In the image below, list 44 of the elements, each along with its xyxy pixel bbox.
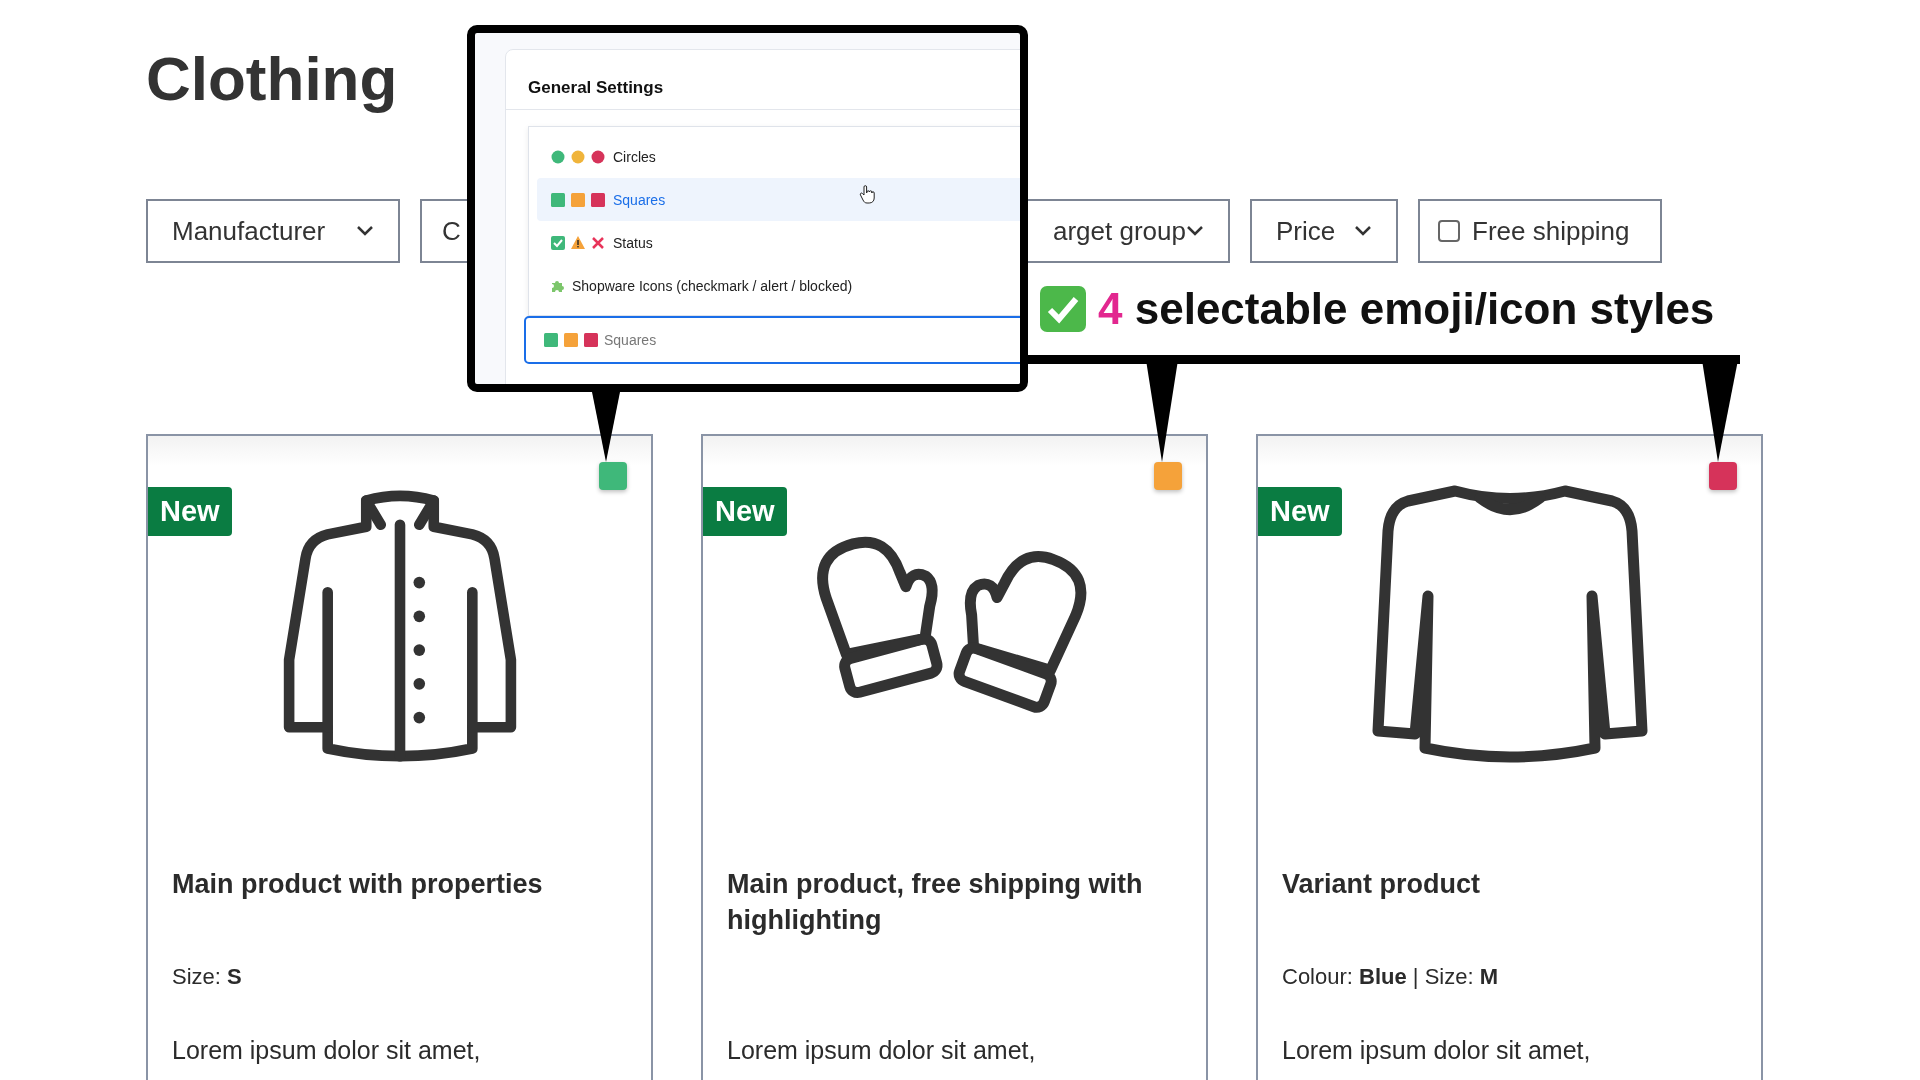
- new-badge: New: [148, 487, 232, 536]
- filter-dropdown[interactable]: Price: [1250, 199, 1398, 263]
- checkmark-icon: [1040, 286, 1086, 332]
- circle-icon: [591, 149, 605, 164]
- square-icon: [571, 192, 585, 207]
- dropdown-option[interactable]: Circles: [537, 135, 1020, 178]
- square-icon: [584, 333, 598, 347]
- checkbox[interactable]: [1438, 220, 1460, 242]
- product-properties: Size: S: [172, 964, 242, 989]
- cross-icon: [591, 235, 605, 250]
- style-select-field[interactable]: Squares: [524, 316, 1020, 364]
- product-card[interactable]: New Main product with properties Size: S Lorem ipsum dolor sit amet,: [146, 434, 653, 1080]
- circle-icon: [551, 149, 565, 164]
- new-badge: New: [703, 487, 787, 536]
- chevron-down-icon: [356, 225, 374, 237]
- square-icon: [544, 333, 558, 347]
- product-card[interactable]: New Variant product Colour: Blue | Size: M Lorem ipsum dolor sit amet,: [1256, 434, 1763, 1080]
- square-icon: [551, 192, 565, 207]
- square-icon: [564, 333, 578, 347]
- circle-icon: [571, 149, 585, 164]
- product-card[interactable]: New Main product, free shipping with highlighting Lorem ipsum dolor sit amet,: [701, 434, 1208, 1080]
- product-description: Lorem ipsum dolor sit amet,: [1282, 1036, 1591, 1064]
- filter-checkbox[interactable]: Free shipping: [1418, 199, 1662, 263]
- dropdown-option[interactable]: Status: [537, 221, 1020, 264]
- filter-dropdown[interactable]: Manufacturer: [146, 199, 400, 263]
- square-icon: [591, 192, 605, 207]
- hand-cursor-icon: [859, 185, 875, 205]
- chevron-down-icon: [1354, 225, 1372, 237]
- warning-icon: [571, 236, 585, 249]
- product-name[interactable]: Variant product: [1282, 866, 1737, 902]
- product-name[interactable]: Main product, free shipping with highlighting: [727, 866, 1182, 938]
- dropdown-option[interactable]: Shopware Icons (checkmark / alert / blocked): [537, 264, 1020, 307]
- chevron-down-icon: [1186, 225, 1204, 237]
- callout-text: 4 selectable emoji/icon styles: [1098, 284, 1715, 334]
- puzzle-icon: [551, 279, 564, 292]
- product-properties: Colour: Blue | Size: M: [1282, 964, 1499, 989]
- page-title: Clothing: [146, 43, 398, 115]
- dropdown-option[interactable]: Squares: [537, 178, 1020, 221]
- new-badge: New: [1258, 487, 1342, 536]
- settings-title: General Settings: [528, 78, 664, 97]
- checkbox-icon: [551, 235, 565, 250]
- product-name[interactable]: Main product with properties: [172, 866, 627, 902]
- product-description: Lorem ipsum dolor sit amet,: [727, 1036, 1036, 1064]
- product-description: Lorem ipsum dolor sit amet,: [172, 1036, 481, 1064]
